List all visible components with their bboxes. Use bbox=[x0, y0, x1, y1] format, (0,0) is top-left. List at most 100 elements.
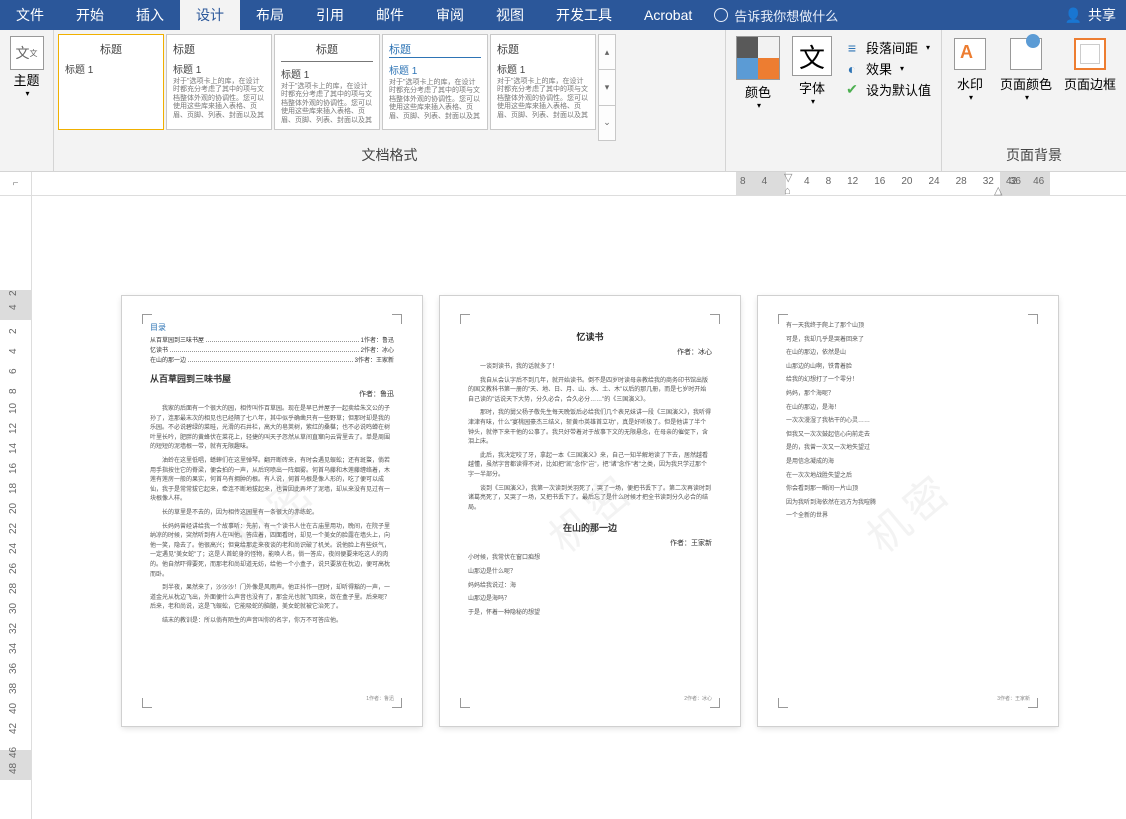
colors-button[interactable]: 颜色 ▾ bbox=[730, 34, 786, 112]
article-heading: 在山的那一边 bbox=[468, 521, 712, 534]
page-border-icon bbox=[1072, 36, 1108, 72]
fonts-button[interactable]: 文 字体 ▾ bbox=[786, 34, 838, 112]
paragraph: 小时候，我常伏在窗口痴想 bbox=[468, 554, 712, 564]
page-footer: 3作者：王家新 bbox=[997, 695, 1030, 702]
group-label-format: 文档格式 bbox=[58, 141, 721, 169]
tell-me-search[interactable]: 告诉我你想做什么 bbox=[714, 6, 838, 25]
ruler-num: 34 bbox=[8, 643, 19, 654]
page-3[interactable]: 机密 有一天我终于爬上了那个山顶 可是，我却几乎是哭着回来了 在山的那边，依然是… bbox=[758, 296, 1058, 726]
ruler-num: 38 bbox=[8, 683, 19, 694]
bulb-icon bbox=[714, 8, 728, 22]
tab-references[interactable]: 引用 bbox=[300, 0, 360, 30]
style-thumb-desc: 对于"选项卡上的库，在设计时都充分考虑了其中的项与文档整体外观的协调性。您可以使… bbox=[389, 79, 481, 121]
paragraph: 因为我听到海依然在远方为我喧腾 bbox=[786, 499, 1030, 509]
ruler-num: 8 bbox=[740, 176, 746, 187]
tab-file[interactable]: 文件 bbox=[0, 0, 60, 30]
tab-layout[interactable]: 布局 bbox=[240, 0, 300, 30]
chevron-down-icon: ▾ bbox=[25, 89, 29, 98]
user-icon: 👤 bbox=[1065, 7, 1082, 24]
share-button[interactable]: 👤 共享 bbox=[1065, 5, 1126, 25]
ruler-num: 10 bbox=[8, 403, 19, 414]
tab-design[interactable]: 设计 bbox=[180, 0, 240, 30]
page-border-label: 页面边框 bbox=[1064, 74, 1116, 93]
paragraph: 我自从会认字后不到几年，就开始读书。倒不是四岁时读母亲教给我的商务印书馆出版的国… bbox=[468, 377, 712, 406]
ruler-num: 14 bbox=[8, 443, 19, 454]
ruler-num: 8 bbox=[826, 176, 832, 187]
style-thumb-sub: 标题 1 bbox=[389, 62, 481, 77]
menu-tabs: 文件 开始 插入 设计 布局 引用 邮件 审阅 视图 开发工具 Acrobat … bbox=[0, 0, 1126, 30]
style-thumb-title: 标题 bbox=[65, 41, 157, 57]
ruler-num: 8 bbox=[8, 388, 19, 394]
paragraph: 我家的后面有一个很大的园，相传叫作百草园。现在是早已并屋子一起卖给朱文公的子孙了… bbox=[150, 405, 394, 453]
ruler-num: 2 bbox=[8, 328, 19, 334]
author-line: 作者：冰心 bbox=[468, 347, 712, 357]
tab-home[interactable]: 开始 bbox=[60, 0, 120, 30]
vertical-ruler[interactable]: 2 4 2 4 6 8 10 12 14 16 18 20 22 24 26 2… bbox=[0, 196, 32, 819]
paragraph: 但我又一次次鼓起信心向前走去 bbox=[786, 431, 1030, 441]
page-color-button[interactable]: 页面颜色 ▾ bbox=[994, 34, 1058, 104]
paragraph: 山那边的山啊，铁青着脸 bbox=[786, 363, 1030, 373]
tab-insert[interactable]: 插入 bbox=[120, 0, 180, 30]
paragraph-spacing-button[interactable]: ≡ 段落间距 ▾ bbox=[844, 38, 931, 57]
paragraph: 谈到《三国演义》，我第一次读到关羽死了，哭了一场，便把书丢下了。第二次再读时到诸… bbox=[468, 485, 712, 514]
author-line: 作者：王家新 bbox=[468, 538, 712, 548]
tab-review[interactable]: 审阅 bbox=[420, 0, 480, 30]
paragraph: 此后，我决定咬了牙，拿起一本《三国演义》来，自己一知半解地读了下去，居然越看越懂… bbox=[468, 452, 712, 481]
spacing-icon: ≡ bbox=[844, 40, 860, 56]
ruler-num: 46 bbox=[8, 747, 19, 758]
style-thumb-2[interactable]: 标题 标题 1 对于"选项卡上的库，在设计时都充分考虑了其中的项与文档整体外观的… bbox=[166, 34, 272, 130]
page-2[interactable]: 机密 忆读书 作者：冰心 一谈到读书，我的话就多了！ 我自从会认字后不到几年，就… bbox=[440, 296, 740, 726]
tab-devtools[interactable]: 开发工具 bbox=[540, 0, 628, 30]
ruler-num: 16 bbox=[8, 463, 19, 474]
gallery-up[interactable]: ▴ bbox=[599, 35, 615, 70]
chevron-down-icon: ▾ bbox=[969, 93, 973, 102]
tab-mailings[interactable]: 邮件 bbox=[360, 0, 420, 30]
style-thumb-sub: 标题 1 bbox=[281, 66, 373, 81]
indent-marker-top[interactable]: ▽ bbox=[784, 171, 792, 184]
style-thumb-title: 标题 bbox=[173, 41, 265, 57]
page-border-button[interactable]: 页面边框 bbox=[1058, 34, 1122, 104]
style-thumb-5[interactable]: 标题 标题 1 对于"选项卡上的库，在设计时都充分考虑了其中的项与文档整体外观的… bbox=[490, 34, 596, 130]
horizontal-ruler[interactable]: ⌐ 8 4 4 8 12 16 20 24 28 32 36 42 46 ▽ ⌂… bbox=[0, 172, 1126, 196]
ruler-corner: ⌐ bbox=[0, 172, 32, 195]
article-heading: 忆读书 bbox=[468, 330, 712, 343]
toc-entry: 在山的那一边 bbox=[150, 355, 186, 364]
page-1[interactable]: 机密 目录 从百草园到三味书屋1作者：鲁迅 忆读书2作者：冰心 在山的那一边3作… bbox=[122, 296, 422, 726]
gallery-down[interactable]: ▾ bbox=[599, 70, 615, 105]
group-label-bg: 页面背景 bbox=[946, 141, 1122, 169]
ruler-num: 22 bbox=[8, 523, 19, 534]
ruler-num: 28 bbox=[8, 583, 19, 594]
effects-button[interactable]: ◐ 效果 ▾ bbox=[844, 59, 931, 78]
paragraph: 长妈妈曾经讲给我一个故事听：先前，有一个读书人住在古庙里用功，晚间，在院子里纳凉… bbox=[150, 523, 394, 581]
style-thumb-title: 标题 bbox=[497, 41, 589, 57]
gallery-more[interactable]: ⌄ bbox=[599, 106, 615, 140]
style-thumb-4[interactable]: 标题 标题 1 对于"选项卡上的库，在设计时都充分考虑了其中的项与文档整体外观的… bbox=[382, 34, 488, 130]
ruler-num: 28 bbox=[956, 176, 967, 187]
chevron-down-icon: ▾ bbox=[926, 43, 930, 52]
style-gallery: 标题 标题 1 标题 标题 1 对于"选项卡上的库，在设计时都充分考虑了其中的项… bbox=[58, 34, 721, 141]
ruler-num: 4 bbox=[8, 304, 19, 310]
ruler-num: 16 bbox=[874, 176, 885, 187]
ruler-num: 4 bbox=[8, 348, 19, 354]
paragraph: 于是，怀着一种隐秘的想望 bbox=[468, 609, 712, 619]
style-thumb-sub: 标题 1 bbox=[65, 61, 157, 76]
watermark-button[interactable]: 水印 ▾ bbox=[946, 34, 994, 104]
paragraph: 结末的教训是：所以倘有陌生的声音叫你的名字，你万不可答应他。 bbox=[150, 617, 394, 627]
paragraph: 妈妈，那个海呢？ bbox=[786, 390, 1030, 400]
share-label: 共享 bbox=[1088, 5, 1116, 25]
ruler-num: 12 bbox=[8, 423, 19, 434]
chevron-down-icon: ▾ bbox=[811, 97, 815, 106]
paragraph: 妈妈给我说过：海 bbox=[468, 582, 712, 592]
check-icon: ✔ bbox=[844, 82, 860, 98]
article-heading: 从百草园到三味书屋 bbox=[150, 372, 394, 385]
colors-label: 颜色 bbox=[745, 82, 771, 101]
toc-page: 1作者：鲁迅 bbox=[361, 335, 394, 344]
document-canvas[interactable]: 机密 目录 从百草园到三味书屋1作者：鲁迅 忆读书2作者：冰心 在山的那一边3作… bbox=[32, 196, 1126, 819]
tab-view[interactable]: 视图 bbox=[480, 0, 540, 30]
themes-button[interactable]: 文文 主题 ▾ bbox=[4, 34, 49, 100]
paragraph: 到半夜，果然来了，沙沙沙！门外像是风雨声。他正抖作一团时，却听得豁的一声，一道金… bbox=[150, 584, 394, 613]
set-default-button[interactable]: ✔ 设为默认值 bbox=[844, 80, 931, 99]
style-thumb-1[interactable]: 标题 标题 1 bbox=[58, 34, 164, 130]
style-thumb-3[interactable]: 标题 标题 1 对于"选项卡上的库，在设计时都充分考虑了其中的项与文档整体外观的… bbox=[274, 34, 380, 130]
tab-acrobat[interactable]: Acrobat bbox=[628, 0, 708, 30]
